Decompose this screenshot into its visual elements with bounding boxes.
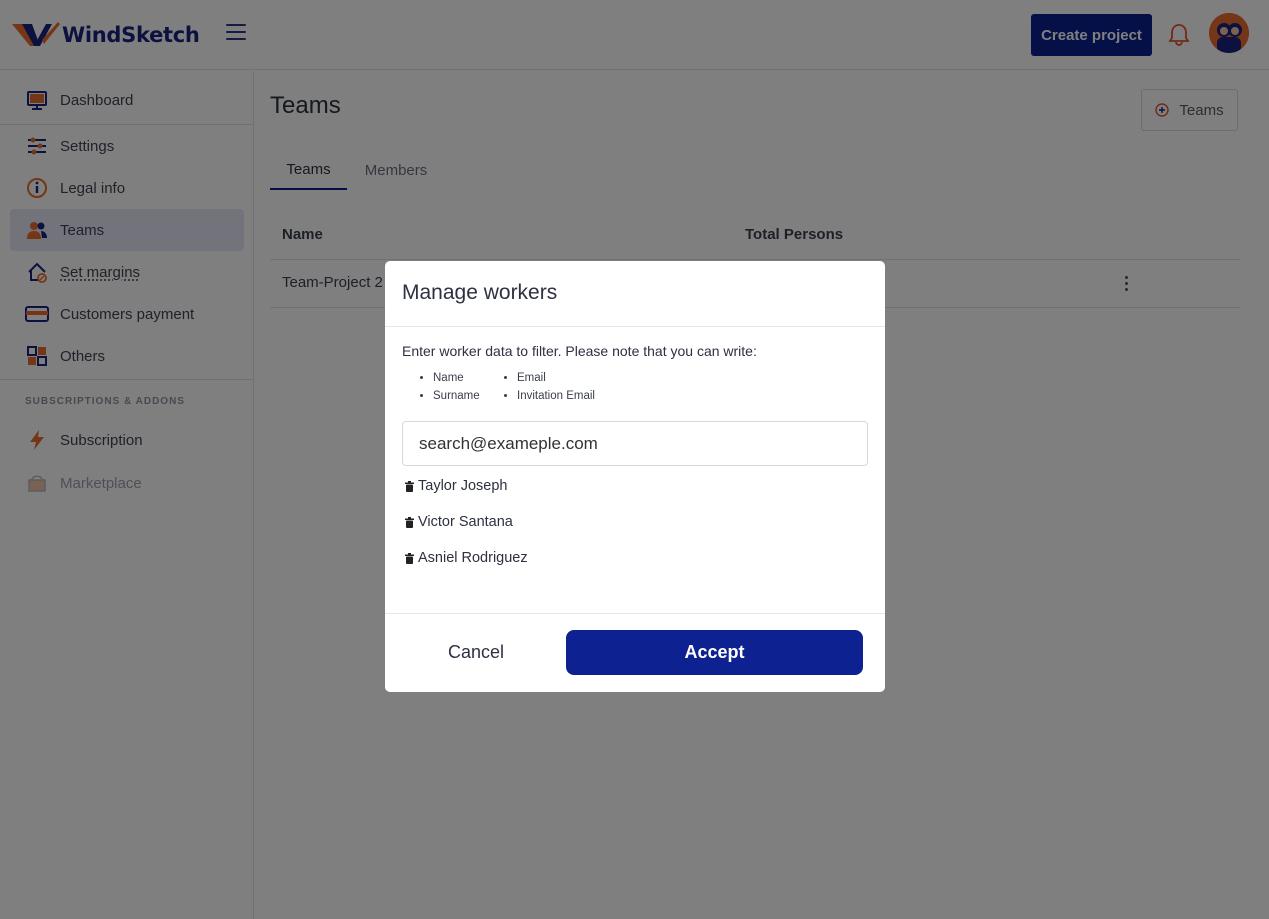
worker-name: Taylor Joseph xyxy=(418,478,508,494)
worker-search-input[interactable] xyxy=(402,421,868,466)
trash-icon[interactable] xyxy=(405,516,414,528)
accept-button[interactable]: Accept xyxy=(566,630,863,675)
dialog-description: Enter worker data to filter. Please note… xyxy=(402,343,757,359)
hint-item: Invitation Email xyxy=(517,387,595,405)
worker-name: Asniel Rodriguez xyxy=(418,550,528,566)
hint-list: Email Invitation Email xyxy=(502,369,595,405)
divider xyxy=(385,326,885,327)
manage-workers-dialog: Manage workers Enter worker data to filt… xyxy=(385,261,885,692)
worker-item: Taylor Joseph xyxy=(405,478,507,494)
hint-list: Name Surname xyxy=(418,369,480,405)
trash-icon[interactable] xyxy=(405,480,414,492)
worker-item: Victor Santana xyxy=(405,514,513,530)
worker-name: Victor Santana xyxy=(418,514,513,530)
trash-icon[interactable] xyxy=(405,552,414,564)
divider xyxy=(385,613,885,614)
hint-item: Surname xyxy=(433,387,480,405)
dialog-title: Manage workers xyxy=(402,281,558,304)
cancel-button[interactable]: Cancel xyxy=(402,630,550,675)
hint-item: Name xyxy=(433,369,480,387)
worker-item: Asniel Rodriguez xyxy=(405,550,528,566)
hint-item: Email xyxy=(517,369,595,387)
